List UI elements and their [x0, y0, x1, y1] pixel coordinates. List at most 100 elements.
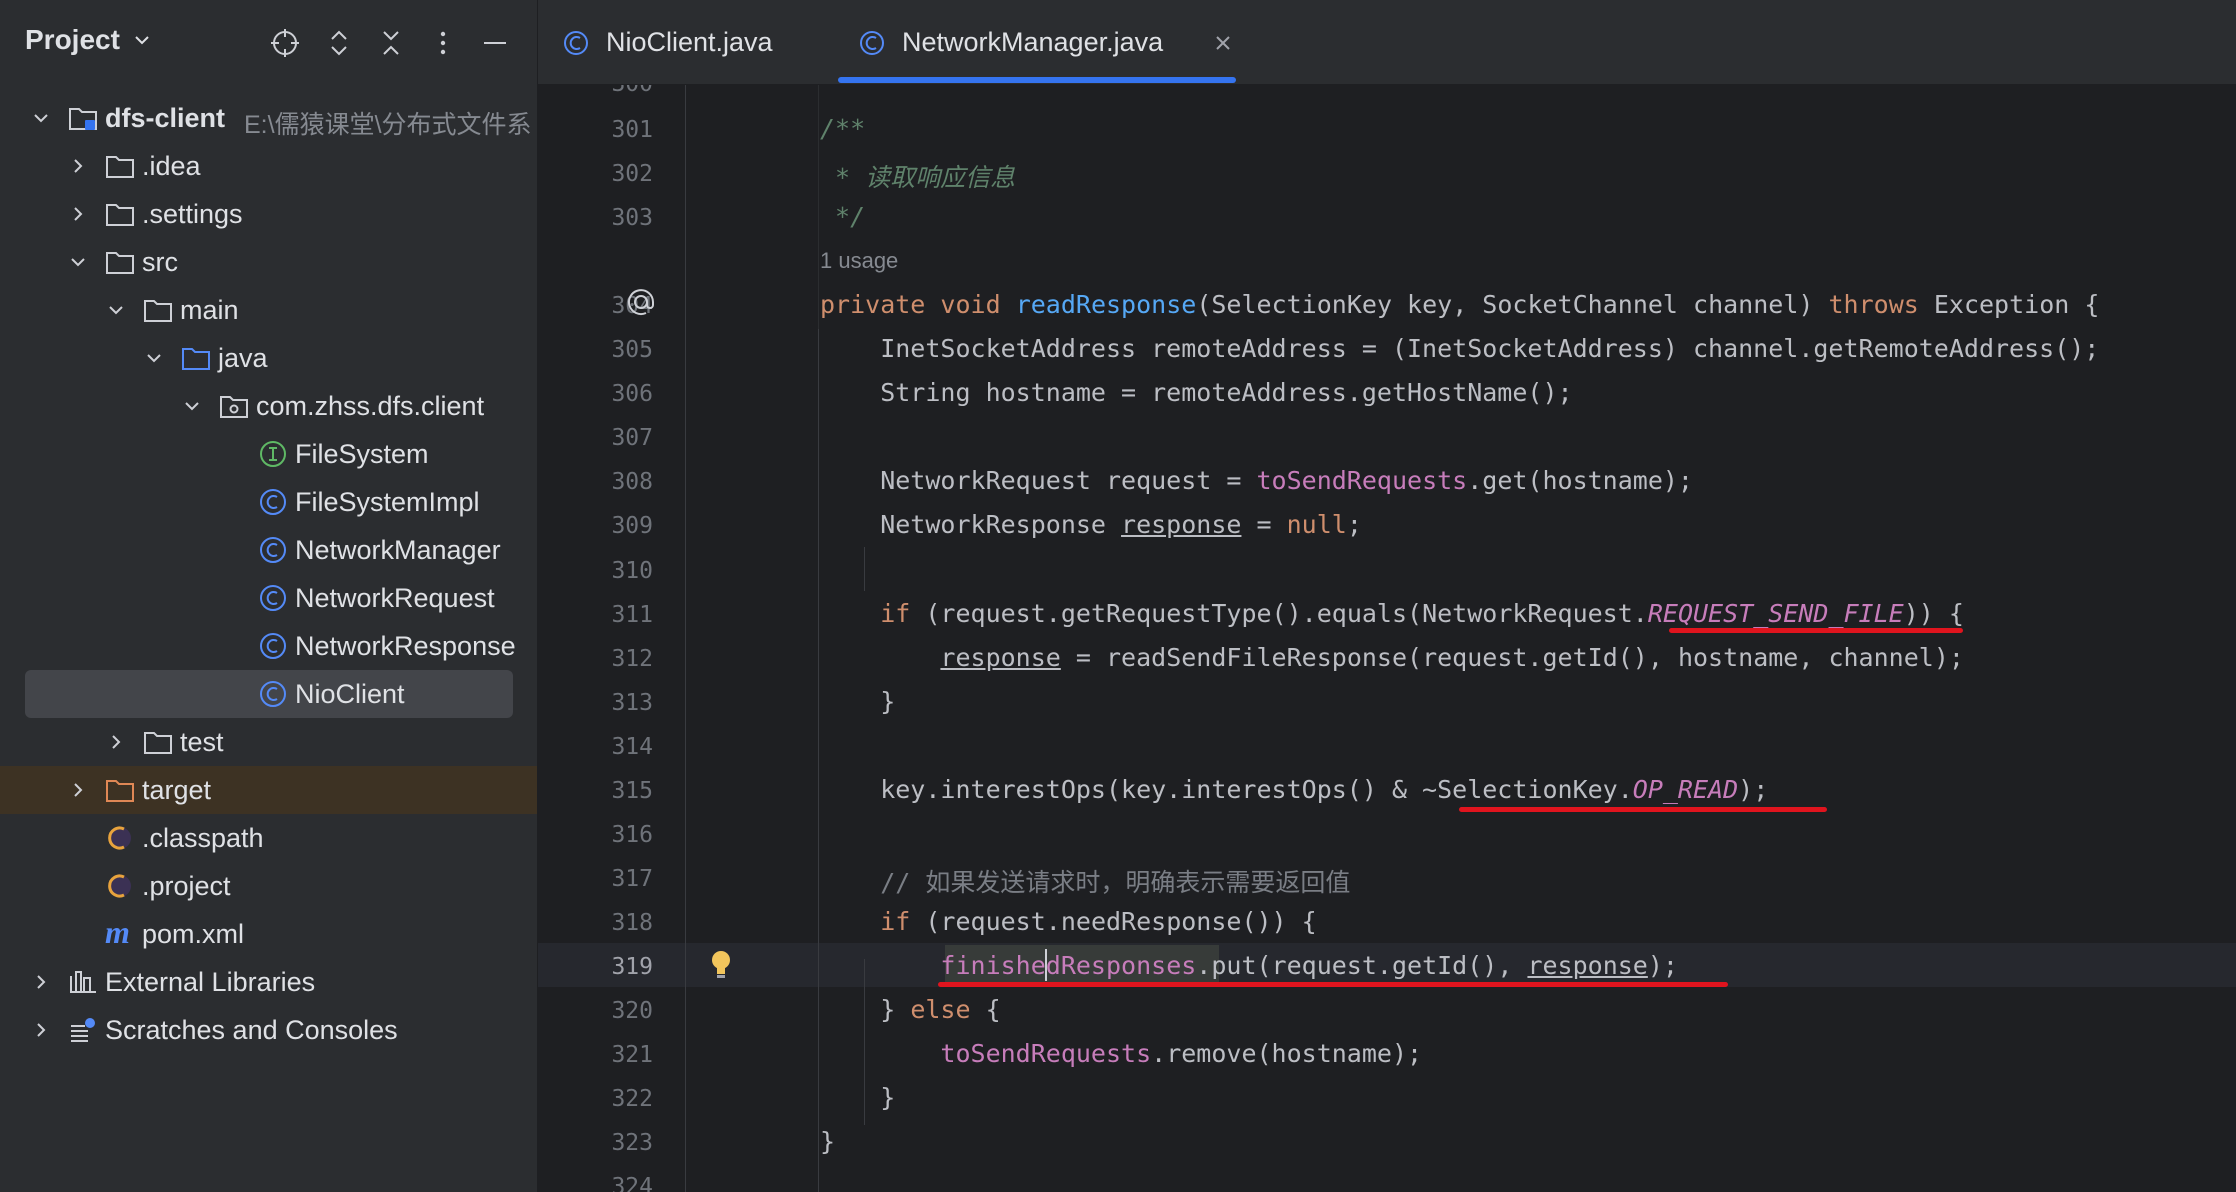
- folder-icon: [106, 252, 134, 274]
- class-icon: [564, 31, 588, 55]
- static-field: OP_READ: [1632, 775, 1739, 804]
- code-line-317: // 如果发送请求时，明确表示需要返回值: [820, 868, 1351, 897]
- line-number: 318: [611, 910, 653, 936]
- chevron-right-icon[interactable]: [68, 780, 88, 800]
- line-number: 303: [611, 205, 653, 231]
- code-editor[interactable]: 300 301 302 303 304 305 306 307 308 309 …: [538, 85, 2236, 1192]
- class-icon: [860, 31, 884, 55]
- keyword: private: [820, 290, 926, 319]
- code-line-312: response = readSendFileResponse(request.…: [820, 643, 1964, 672]
- keyword: if: [880, 907, 911, 936]
- tree-item-label: src: [142, 247, 178, 277]
- chevron-right-icon[interactable]: [68, 204, 88, 224]
- code-line-311: if (request.getRequestType().equals(Netw…: [820, 599, 1964, 628]
- tab-networkmanager[interactable]: NetworkManager.java: [858, 0, 1258, 84]
- tree-item-networkresponse[interactable]: NetworkResponse: [0, 622, 537, 670]
- tree-item-target[interactable]: target: [0, 766, 537, 814]
- line-number-current: 319: [611, 954, 653, 980]
- code-token: =: [1241, 510, 1287, 539]
- code-line-319: finishedResponses.put(request.getId(), r…: [820, 951, 1678, 980]
- tree-item-settings[interactable]: .settings: [0, 190, 537, 238]
- interface-icon: [260, 441, 286, 467]
- tree-item-classpath[interactable]: .classpath: [0, 814, 537, 862]
- annotation-underline: [1669, 628, 1963, 633]
- chevron-right-icon[interactable]: [31, 972, 51, 992]
- code-token: .put(request.getId(),: [1196, 951, 1528, 980]
- override-marker-icon[interactable]: [626, 287, 656, 317]
- line-number: 315: [611, 778, 653, 804]
- tree-item-test[interactable]: test: [0, 718, 537, 766]
- chevron-down-icon[interactable]: [132, 30, 152, 50]
- tree-item-networkmanager[interactable]: NetworkManager: [0, 526, 537, 574]
- line-number: 322: [611, 1086, 653, 1112]
- reassigned-variable: response: [1121, 510, 1242, 539]
- tree-item-idea[interactable]: .idea: [0, 142, 537, 190]
- code-line-301: /**: [820, 114, 866, 143]
- code-token: );: [1738, 775, 1769, 804]
- tree-item-label: dfs-client: [105, 103, 226, 133]
- tree-item-pom[interactable]: m pom.xml: [0, 910, 537, 958]
- static-field: REQUEST_SEND_FILE: [1647, 599, 1904, 628]
- tree-item-filesystem[interactable]: FileSystem: [0, 430, 537, 478]
- tree-item-nioclient[interactable]: NioClient: [0, 670, 537, 718]
- tree-item-package[interactable]: com.zhss.dfs.client: [0, 382, 537, 430]
- tree-item-external-libraries[interactable]: External Libraries: [0, 958, 537, 1006]
- module-folder-icon: [69, 108, 97, 130]
- line-number: 307: [611, 425, 653, 451]
- reassigned-variable: response: [1527, 951, 1648, 980]
- tree-item-dfs-client[interactable]: dfs-client E:\儒猿课堂\分布式文件系: [0, 94, 537, 142]
- chevron-right-icon[interactable]: [31, 1020, 51, 1040]
- annotation-underline: [938, 982, 1728, 987]
- code-line-318: if (request.needResponse()) {: [820, 907, 1317, 936]
- chevron-down-icon[interactable]: [68, 252, 88, 272]
- more-options-icon[interactable]: [426, 26, 460, 60]
- folder-icon: [106, 204, 134, 226]
- tree-item-filesystemimpl[interactable]: FileSystemImpl: [0, 478, 537, 526]
- tree-item-label: pom.xml: [142, 919, 245, 949]
- code-token: .get(hostname);: [1467, 466, 1693, 495]
- class-icon: [260, 489, 286, 515]
- code-line-323: }: [820, 1127, 836, 1156]
- tree-item-label: FileSystem: [295, 439, 429, 469]
- code-token: NetworkResponse: [820, 510, 1122, 539]
- chevron-down-icon[interactable]: [144, 348, 164, 368]
- chevron-down-icon[interactable]: [31, 108, 51, 128]
- locate-icon[interactable]: [268, 26, 302, 60]
- tree-item-label: .settings: [142, 199, 243, 229]
- tree-item-scratches[interactable]: Scratches and Consoles: [0, 1006, 537, 1054]
- tab-label: NetworkManager.java: [902, 27, 1164, 57]
- tree-item-networkrequest[interactable]: NetworkRequest: [0, 574, 537, 622]
- tree-item-main[interactable]: main: [0, 286, 537, 334]
- close-icon[interactable]: [1214, 34, 1232, 52]
- tree-item-label: Scratches and Consoles: [105, 1015, 398, 1045]
- chevron-right-icon[interactable]: [68, 156, 88, 176]
- line-number: 312: [611, 646, 653, 672]
- lightbulb-icon[interactable]: [708, 948, 734, 980]
- chevron-down-icon[interactable]: [106, 300, 126, 320]
- project-header: Project: [0, 0, 537, 86]
- usage-hint[interactable]: 1 usage: [820, 248, 898, 274]
- expand-all-icon[interactable]: [322, 26, 356, 60]
- chevron-right-icon[interactable]: [106, 732, 126, 752]
- line-number: 311: [611, 602, 653, 628]
- keyword: null: [1286, 510, 1347, 539]
- line-number: 320: [611, 998, 653, 1024]
- tab-nioclient[interactable]: NioClient.java: [562, 0, 792, 84]
- eclipse-file-icon: [108, 826, 131, 850]
- tree-item-java[interactable]: java: [0, 334, 537, 382]
- scratches-icon: [71, 1018, 95, 1042]
- keyword: else: [910, 995, 971, 1024]
- line-number: 323: [611, 1130, 653, 1156]
- tree-item-project[interactable]: .project: [0, 862, 537, 910]
- package-icon: [220, 396, 248, 418]
- project-title[interactable]: Project: [25, 24, 120, 56]
- line-number: 324: [611, 1174, 653, 1192]
- tree-item-src[interactable]: src: [0, 238, 537, 286]
- tree-item-label: FileSystemImpl: [295, 487, 480, 517]
- collapse-all-icon[interactable]: [374, 26, 408, 60]
- code-token: );: [1647, 951, 1678, 980]
- minimize-icon[interactable]: [478, 26, 512, 60]
- chevron-down-icon[interactable]: [182, 396, 202, 416]
